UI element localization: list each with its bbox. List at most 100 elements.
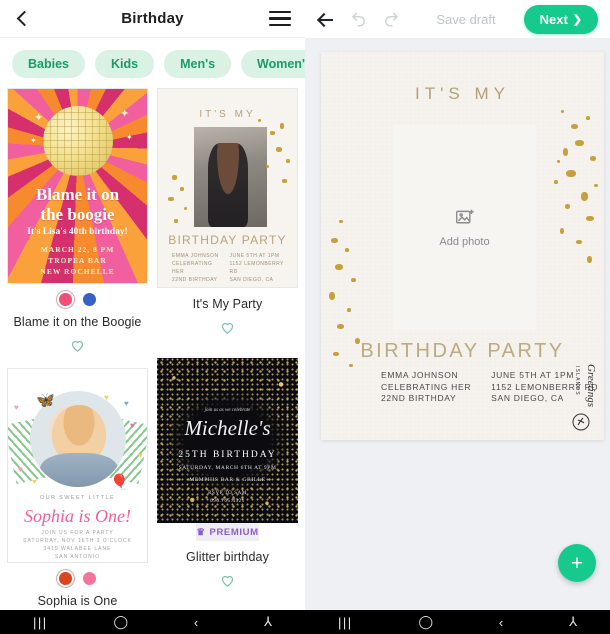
heart-decor-icon: ♥ [124, 399, 129, 408]
preview-detail-left[interactable]: EMMA JOHNSON CELEBRATING HER 22ND BIRTHD… [381, 370, 471, 405]
redo-icon[interactable] [382, 10, 400, 28]
thumb-detail-line: JOIN US FOR A PARTY [41, 530, 114, 536]
butterfly-icon: 🦋 [36, 392, 55, 409]
category-chip-row: Babies Kids Men's Women's [0, 38, 305, 88]
back-button[interactable]: ‹ [499, 615, 503, 630]
svg-text:Greetings: Greetings [585, 364, 597, 407]
back-button[interactable]: ‹ [194, 615, 198, 630]
app-screen: Birthday Babies Kids Men's Women's ✦ ✦ [0, 0, 610, 634]
heart-decor-icon: ♥ [130, 421, 135, 430]
heart-decor-icon: ♥ [138, 451, 143, 460]
template-name: Blame it on the Boogie [13, 315, 142, 329]
template-card[interactable]: IT'S MY BIRTHDAY PARTY EMMA JOHNSON CELE… [157, 88, 298, 336]
thumb-title: 25TH BIRTHDAY [178, 450, 277, 460]
recent-apps-button[interactable]: ||| [338, 615, 353, 630]
thumb-title: Blame it on the boogie [8, 185, 147, 225]
chip-womens[interactable]: Women's [241, 50, 305, 78]
android-navigation-bars: ||| ◯ ‹ ⅄ ||| ◯ ‹ ⅄ [0, 610, 610, 634]
preview-detail-line: EMMA JOHNSON [381, 370, 459, 380]
thumb-title: BIRTHDAY PARTY [168, 233, 287, 247]
add-photo-label: Add photo [439, 236, 490, 248]
nav-bar-left: ||| ◯ ‹ ⅄ [0, 610, 305, 634]
template-grid: ✦ ✦ ✦ ✦ Blame it on the boogie It's Lisa… [0, 88, 305, 610]
thumb-detail-left: EMMA JOHNSON CELEBRATING HER 22ND BIRTHD… [172, 253, 219, 283]
thumb-details: EMMA JOHNSON CELEBRATING HER 22ND BIRTHD… [172, 252, 287, 284]
next-button[interactable]: Next ❯ [523, 4, 598, 34]
premium-badge: ♛ PREMIUM [196, 523, 259, 541]
heart-decor-icon: ♥ [104, 393, 109, 402]
thumb-details: RSVP TO SAM 090.765.4321 [157, 490, 298, 506]
thumb-subtitle: It's Lisa's 40th birthday! [27, 227, 128, 237]
editor-panel: Save draft Next ❯ IT'S MY Add photo BIRT… [305, 0, 610, 610]
page-title: Birthday [121, 10, 184, 27]
preview-detail-line: CELEBRATING HER [381, 381, 472, 392]
sparkle-icon: ✦ [30, 136, 37, 145]
card-preview[interactable]: IT'S MY Add photo BIRTHDAY PARTY EMMA JO… [321, 52, 604, 440]
color-swatch-selected[interactable] [59, 572, 72, 585]
template-card[interactable]: ✦ ✦ ✦ ✦ Blame it on the boogie It's Lisa… [7, 88, 148, 354]
template-thumbnail[interactable]: ✦ ✦ ✦ ✦ Blame it on the boogie It's Lisa… [7, 88, 148, 284]
back-button[interactable] [14, 9, 34, 29]
grid-column-right: IT'S MY BIRTHDAY PARTY EMMA JOHNSON CELE… [157, 88, 298, 610]
preview-title-text[interactable]: BIRTHDAY PARTY [321, 340, 604, 363]
preview-header-text[interactable]: IT'S MY [321, 84, 604, 104]
heart-outline-icon[interactable] [219, 319, 236, 336]
template-thumbnail[interactable]: join us as we celebrate Michelle's 25TH … [157, 358, 298, 523]
thumb-photo [194, 127, 267, 227]
thumb-title-line2: the boogie [40, 205, 115, 224]
sparkle-icon: ✦ [34, 112, 44, 124]
recent-apps-button[interactable]: ||| [33, 615, 48, 630]
template-name: Sophia is One [37, 594, 118, 608]
next-label: Next [539, 11, 568, 27]
home-button[interactable]: ◯ [418, 614, 433, 630]
chevron-right-icon: ❯ [572, 13, 582, 26]
thumb-detail-line: 090.765.4321 [210, 499, 245, 504]
greetings-island-logo: Greetings ISLANDS [572, 364, 597, 431]
home-button[interactable]: ◯ [113, 614, 128, 630]
arrow-left-icon[interactable] [317, 10, 336, 29]
heart-outline-icon[interactable] [219, 572, 236, 589]
sparkle-icon: ✦ [126, 133, 133, 142]
save-draft-button[interactable]: Save draft [436, 12, 495, 27]
thumb-detail-right: JUNE 5TH AT 1PM 1152 LEMONBERRY RD SAN D… [229, 253, 284, 283]
color-swatch-selected[interactable] [59, 293, 72, 306]
disco-ball-icon [42, 106, 113, 176]
thumb-detail-line: SATURDAY, MARCH 6TH AT 9PM [178, 465, 277, 471]
heart-outline-icon[interactable] [69, 337, 86, 354]
add-element-fab[interactable]: + [558, 544, 596, 582]
template-name: It's My Party [192, 297, 263, 311]
template-card[interactable]: join us as we celebrate Michelle's 25TH … [157, 358, 298, 589]
thumb-title: Sophia is One! [24, 506, 131, 526]
add-photo-placeholder[interactable]: Add photo [393, 125, 536, 330]
color-swatch[interactable] [83, 293, 96, 306]
undo-icon[interactable] [350, 10, 368, 28]
template-thumbnail[interactable]: 🦋 🎈 ♥ ♥ ♥ ♥ ♥ ♥ ♥ OUR SWEET LITTLE Sophi… [7, 368, 148, 563]
nav-bar-right: ||| ◯ ‹ ⅄ [305, 610, 610, 634]
heart-decor-icon: ♥ [18, 465, 23, 474]
thumb-title-line1: Blame it on [35, 185, 120, 204]
thumb-detail-line: MEMPHIS BAR & GRILLE [189, 477, 266, 483]
template-name: Glitter birthday [186, 550, 269, 564]
chip-kids[interactable]: Kids [95, 50, 155, 78]
crown-icon: ♛ [196, 526, 206, 538]
editor-header: Save draft Next ❯ [305, 0, 610, 38]
thumb-detail-line: RSVP TO SAM [208, 491, 247, 496]
premium-label: PREMIUM [209, 526, 259, 538]
sparkle-icon: ✦ [120, 108, 130, 120]
add-photo-icon [455, 209, 474, 224]
chip-babies[interactable]: Babies [12, 50, 85, 78]
heart-decor-icon: ♥ [14, 403, 19, 412]
accessibility-icon[interactable]: ⅄ [569, 614, 577, 630]
template-thumbnail[interactable]: IT'S MY BIRTHDAY PARTY EMMA JOHNSON CELE… [157, 88, 298, 288]
color-swatches [59, 572, 96, 585]
thumb-script-name: Michelle's [184, 416, 271, 440]
thumb-details: MARCH 22, 8 PM TROPEA BAR NEW ROCHELLE [8, 244, 147, 277]
template-card[interactable]: 🦋 🎈 ♥ ♥ ♥ ♥ ♥ ♥ ♥ OUR SWEET LITTLE Sophi… [7, 368, 148, 608]
chip-mens[interactable]: Men's [164, 50, 232, 78]
browser-header: Birthday [0, 0, 305, 38]
plus-icon: + [570, 551, 584, 575]
color-swatch[interactable] [83, 572, 96, 585]
hamburger-menu-icon[interactable] [269, 10, 291, 27]
accessibility-icon[interactable]: ⅄ [264, 614, 272, 630]
thumb-header: IT'S MY [199, 109, 256, 120]
